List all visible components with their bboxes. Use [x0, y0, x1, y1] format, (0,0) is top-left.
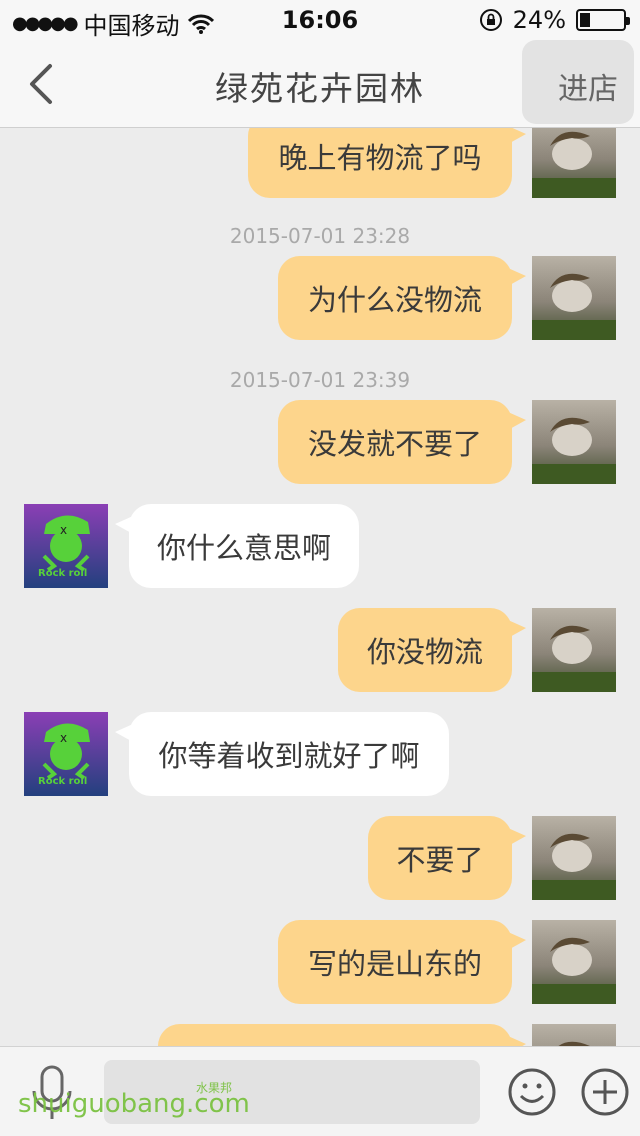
- enter-shop-button[interactable]: 进店: [522, 40, 634, 124]
- my-avatar[interactable]: [532, 400, 616, 484]
- my-avatar[interactable]: [532, 256, 616, 340]
- message-bubble[interactable]: 你什么意思啊: [115, 504, 359, 588]
- battery-level: [580, 13, 591, 27]
- watermark: shuiguobang.com 水果邦: [18, 1081, 250, 1119]
- plus-icon[interactable]: [580, 1067, 630, 1117]
- nav-bar: 绿苑花卉园林 进店: [0, 40, 640, 128]
- battery-percent: 24%: [512, 6, 566, 34]
- battery-icon: [576, 9, 630, 31]
- svg-text:x: x: [60, 731, 67, 745]
- emoji-icon[interactable]: [507, 1067, 557, 1117]
- my-avatar[interactable]: [532, 1024, 616, 1046]
- message-bubble[interactable]: [158, 1024, 526, 1046]
- message-bubble[interactable]: 晚上有物流了吗: [248, 128, 526, 198]
- my-avatar[interactable]: [532, 608, 616, 692]
- my-avatar[interactable]: [532, 816, 616, 900]
- rotation-lock-icon: [479, 9, 502, 31]
- avatar-text: Rock roll: [38, 776, 87, 787]
- seller-avatar[interactable]: x Rock roll: [24, 712, 108, 796]
- watermark-sub: 水果邦: [196, 1081, 233, 1095]
- message-bubble[interactable]: 没发就不要了: [278, 400, 526, 484]
- chat-list[interactable]: 晚上有物流了吗 2015-07-01 23:28 为什么没物流 2015-07-01 …: [0, 128, 640, 1046]
- enter-shop-label: 进店: [558, 72, 618, 107]
- avatar-text: Rock roll: [38, 568, 87, 579]
- my-avatar[interactable]: [532, 920, 616, 1004]
- my-avatar[interactable]: [532, 128, 616, 198]
- message-timestamp: 2015-07-01 23:28: [229, 224, 411, 248]
- status-bar: ●●●●● 中国移动 16:06 24%: [0, 0, 640, 40]
- svg-text:x: x: [60, 523, 67, 537]
- status-right: 24%: [479, 6, 630, 34]
- message-bubble[interactable]: 你没物流: [338, 608, 526, 692]
- message-bubble[interactable]: 你等着收到就好了啊: [115, 712, 449, 796]
- message-bubble[interactable]: 写的是山东的: [278, 920, 526, 1004]
- message-bubble[interactable]: 为什么没物流: [278, 256, 526, 340]
- message-bubble[interactable]: 不要了: [368, 816, 526, 900]
- seller-avatar[interactable]: x Rock roll: [24, 504, 108, 588]
- message-timestamp: 2015-07-01 23:39: [229, 368, 411, 392]
- input-bar: shuiguobang.com 水果邦: [0, 1046, 640, 1136]
